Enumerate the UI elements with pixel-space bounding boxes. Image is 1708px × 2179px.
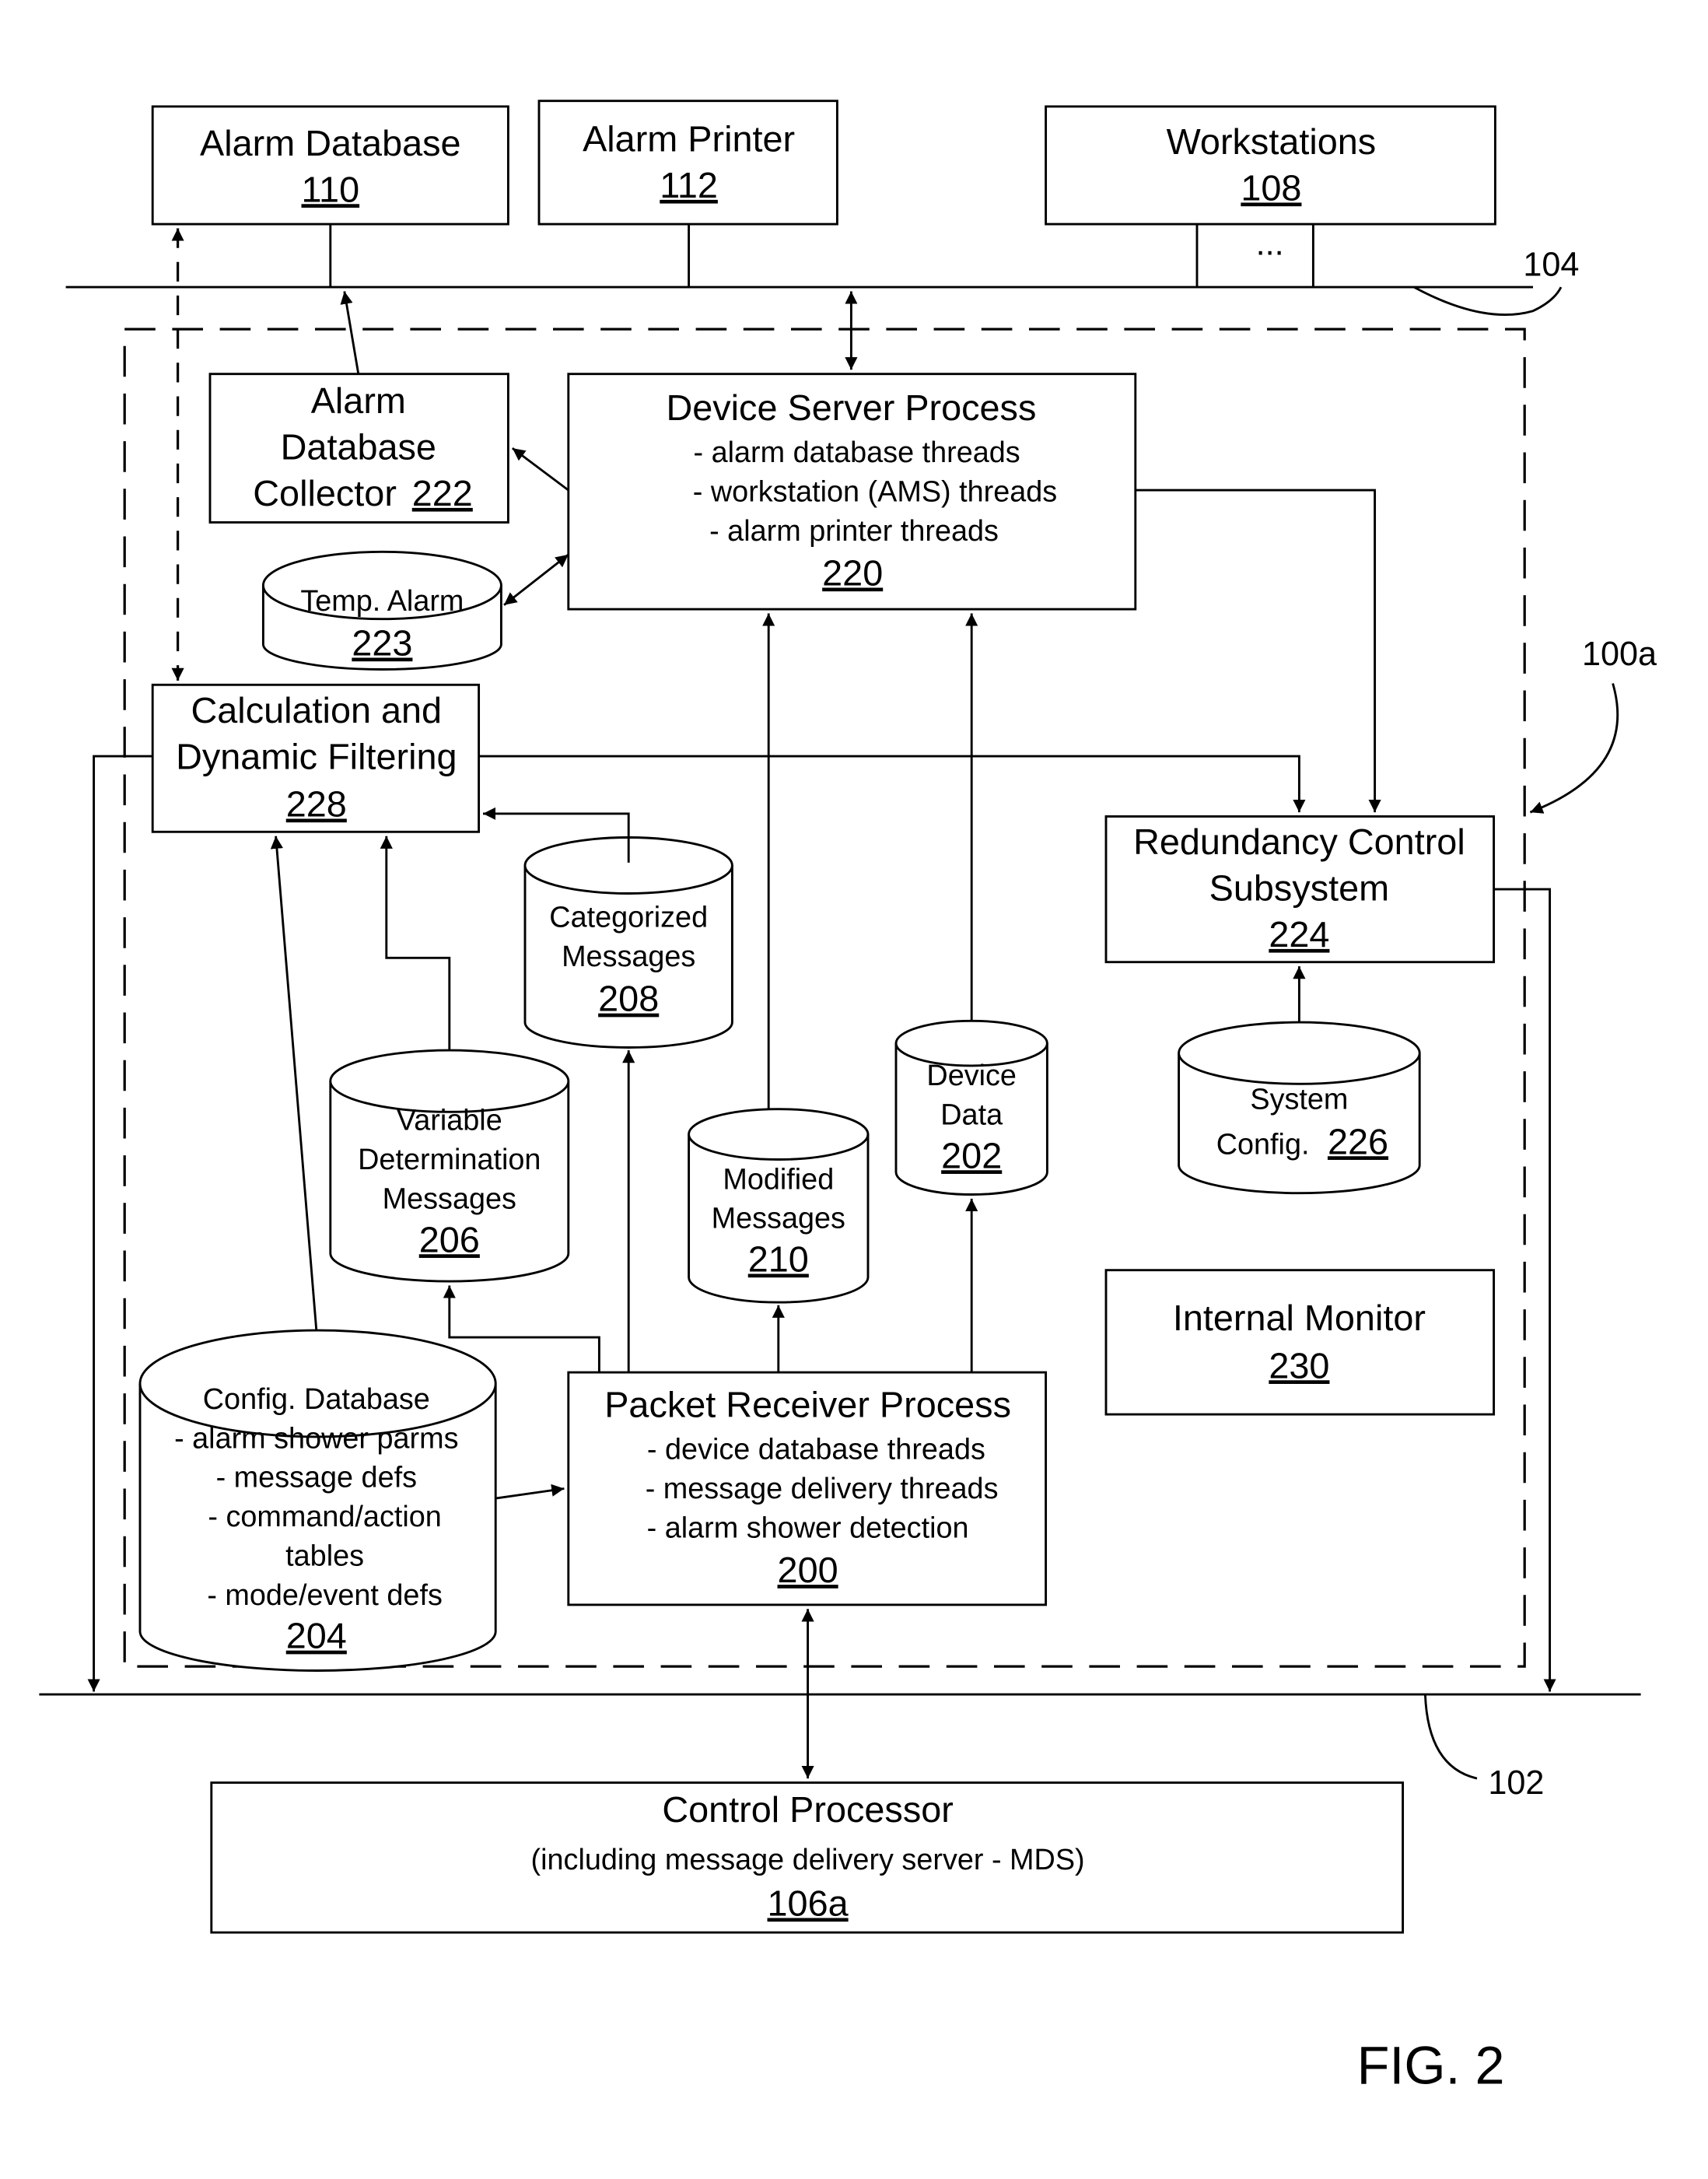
alarm-database-collector-box[interactable]: Alarm Database Collector 222 — [208, 373, 509, 524]
config-db-item: - alarm shower parms — [174, 1422, 458, 1455]
arrow-calc-redundancy — [478, 755, 1306, 813]
alarm-database-title: Alarm Database — [200, 123, 461, 163]
calc-line: Dynamic Filtering — [176, 736, 457, 776]
device-server-item: - alarm database threads — [693, 436, 1020, 469]
device-data-num: 202 — [941, 1135, 1002, 1175]
arrow-deviceserver-redundancy — [1135, 489, 1381, 813]
temp-alarm-title: Temp. Alarm — [300, 585, 464, 618]
packet-receiver-num: 200 — [778, 1550, 838, 1590]
control-processor-num: 106a — [768, 1883, 849, 1924]
device-server-item: - alarm printer threads — [709, 515, 999, 548]
workstations-num: 108 — [1241, 168, 1301, 208]
redundancy-control-subsystem-box[interactable]: Redundancy Control Subsystem 224 — [1104, 815, 1496, 964]
arrow-configdb-calc — [270, 836, 318, 1331]
arrow-collector-bus — [340, 291, 360, 374]
ref-100a: 100a — [1582, 636, 1657, 673]
ref-104: 104 — [1523, 247, 1579, 284]
device-server-process-box[interactable]: Device Server Process - alarm database t… — [567, 373, 1137, 611]
leader-102 — [1423, 1694, 1478, 1780]
categorized-messages-cylinder[interactable]: Categorized Messages 208 — [523, 836, 733, 1049]
device-server-num: 220 — [822, 553, 883, 594]
arrow-deviceserver-collector — [511, 447, 569, 492]
modified-line: Messages — [712, 1203, 845, 1235]
config-db-item: - message defs — [216, 1462, 417, 1494]
redundancy-line: Redundancy Control — [1133, 822, 1465, 862]
config-db-num: 204 — [286, 1616, 347, 1656]
calc-line: Calculation and — [191, 690, 442, 730]
control-processor-subtitle: (including message delivery server - MDS… — [531, 1844, 1085, 1876]
alarm-printer-num: 112 — [660, 165, 718, 205]
packet-receiver-item: - message delivery threads — [646, 1473, 999, 1505]
alarm-database-box[interactable]: Alarm Database 110 — [151, 105, 509, 226]
system-diagram: 104 Alarm Database 110 Alarm Printer 112… — [39, 100, 1657, 2096]
packet-receiver-item: - device database threads — [647, 1434, 985, 1466]
config-db-item: tables — [285, 1540, 364, 1572]
device-data-line: Data — [940, 1098, 1003, 1131]
arrow-variable-calc — [380, 836, 451, 1051]
system-config-cylinder[interactable]: System Config. 226 — [1178, 1021, 1421, 1195]
ref-102: 102 — [1488, 1764, 1544, 1802]
categorized-line: Categorized — [549, 902, 708, 934]
figure-label: FIG. 2 — [1357, 2037, 1505, 2096]
internal-monitor-num: 230 — [1269, 1345, 1329, 1386]
device-data-line: Device — [926, 1060, 1017, 1092]
packet-receiver-process-box[interactable]: Packet Receiver Process - device databas… — [567, 1371, 1048, 1606]
variable-line: Variable — [397, 1105, 502, 1137]
collector-num: 222 — [412, 473, 473, 513]
workstations-ellipsis: ... — [1256, 226, 1284, 263]
control-processor-title: Control Processor — [662, 1789, 954, 1830]
calc-num: 228 — [286, 784, 347, 825]
config-database-cylinder[interactable]: Config. Database - alarm shower parms - … — [138, 1329, 497, 1672]
packet-receiver-title: Packet Receiver Process — [604, 1385, 1011, 1425]
collector-line: Alarm — [311, 380, 406, 421]
arrow-redundancy-bus102 — [1493, 888, 1556, 1692]
variable-line: Determination — [358, 1144, 541, 1176]
control-processor-box[interactable]: Control Processor (including message del… — [210, 1781, 1405, 1934]
collector-line: Database — [281, 427, 436, 468]
sys-config-line: Config. — [1216, 1128, 1310, 1161]
modified-num: 210 — [748, 1238, 809, 1279]
config-db-item: - command/action — [208, 1501, 441, 1533]
redundancy-line: Subsystem — [1209, 868, 1389, 909]
modified-messages-cylinder[interactable]: Modified Messages 210 — [688, 1108, 870, 1304]
variable-determination-messages-cylinder[interactable]: Variable Determination Messages 206 — [329, 1049, 570, 1283]
redundancy-num: 224 — [1269, 914, 1329, 955]
temp-alarm-cylinder[interactable]: Temp. Alarm 223 — [261, 550, 502, 671]
alarm-database-num: 110 — [301, 169, 359, 209]
config-db-item: - mode/event defs — [207, 1579, 443, 1612]
arrow-deviceserver-tempalarm — [503, 553, 569, 606]
workstations-title: Workstations — [1167, 121, 1377, 162]
leader-100a — [1529, 683, 1619, 814]
alarm-printer-title: Alarm Printer — [583, 119, 795, 159]
calculation-dynamic-filtering-box[interactable]: Calculation and Dynamic Filtering 228 — [151, 683, 481, 833]
device-server-title: Device Server Process — [666, 387, 1036, 428]
collector-line: Collector — [253, 473, 397, 513]
modified-line: Modified — [723, 1163, 834, 1196]
temp-alarm-num: 223 — [352, 623, 412, 664]
internal-monitor-title: Internal Monitor — [1173, 1298, 1426, 1338]
sys-config-line: System — [1250, 1084, 1348, 1116]
alarm-printer-box[interactable]: Alarm Printer 112 — [537, 100, 838, 226]
leader-104 — [1413, 286, 1563, 316]
config-db-title: Config. Database — [203, 1383, 430, 1416]
packet-receiver-item: - alarm shower detection — [647, 1512, 969, 1544]
internal-monitor-box[interactable]: Internal Monitor 230 — [1104, 1269, 1496, 1416]
workstations-box[interactable]: Workstations 108 — [1045, 105, 1496, 226]
sys-config-num: 226 — [1328, 1121, 1388, 1161]
variable-line: Messages — [383, 1182, 516, 1215]
variable-num: 206 — [419, 1219, 480, 1259]
device-data-cylinder[interactable]: Device Data 202 — [894, 1019, 1048, 1196]
categorized-line: Messages — [562, 941, 695, 973]
categorized-num: 208 — [598, 979, 659, 1019]
arrow-configdb-packetreceiver — [495, 1484, 565, 1500]
device-server-item: - workstation (AMS) threads — [693, 476, 1057, 509]
